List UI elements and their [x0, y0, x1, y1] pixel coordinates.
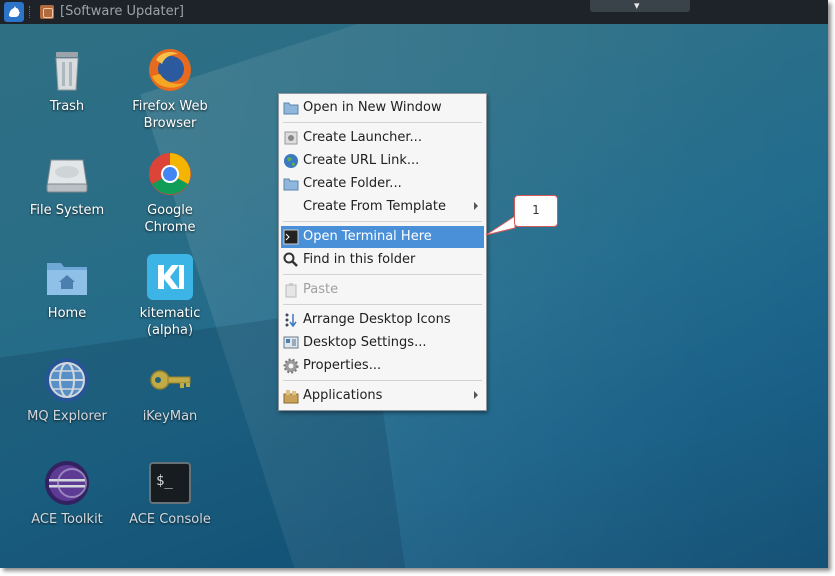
menu-item-label: Create Folder...	[303, 176, 402, 191]
callout-number: 1	[532, 203, 540, 217]
menu-item-create-launcher[interactable]: Create Launcher...	[281, 127, 484, 149]
software-updater-icon[interactable]	[40, 5, 54, 19]
menu-item-desktop-settings[interactable]: Desktop Settings...	[281, 332, 484, 354]
clipboard-icon	[283, 282, 299, 298]
desktop-icon-label: iKeyMan	[142, 409, 198, 424]
menu-item-label: Create From Template	[303, 199, 446, 214]
svg-text:$_: $_	[156, 473, 173, 489]
menu-item-applications[interactable]: Applications	[281, 385, 484, 407]
menu-item-label: Paste	[303, 282, 339, 297]
submenu-arrow-icon	[474, 202, 478, 210]
desktop-icon-label: Trash	[49, 99, 85, 114]
home-folder-icon	[43, 253, 91, 301]
menu-item-label: Create Launcher...	[303, 130, 422, 145]
desktop-icon-trash[interactable]: Trash	[17, 46, 117, 115]
desktop-settings-icon	[283, 335, 299, 351]
desktop-context-menu: Open in New Window Create Launcher... Cr…	[278, 93, 487, 411]
menu-item-open-terminal-here[interactable]: Open Terminal Here	[281, 226, 484, 248]
desktop-icon-mq-explorer[interactable]: MQ Explorer	[17, 356, 117, 425]
desktop-icon-label: Home	[47, 306, 87, 321]
desktop-icon-label: Google Chrome	[144, 203, 196, 235]
xfce-mouse-icon	[9, 6, 20, 17]
folder-icon	[283, 100, 299, 116]
mq-globe-icon	[43, 356, 91, 404]
desktop-icon-label: ACE Console	[129, 512, 211, 527]
menu-item-paste: Paste	[281, 279, 484, 301]
applications-icon	[283, 388, 299, 404]
menu-separator	[283, 274, 482, 275]
desktop-icon-file-system[interactable]: File System	[17, 150, 117, 219]
folder-icon	[283, 176, 299, 192]
desktop-icon-label: MQ Explorer	[27, 409, 107, 424]
callout-annotation: 1	[514, 195, 558, 227]
kitematic-icon	[146, 253, 194, 301]
menu-item-label: Open in New Window	[303, 100, 442, 115]
eclipse-icon	[43, 459, 91, 507]
chrome-icon	[146, 150, 194, 198]
trash-icon	[43, 46, 91, 94]
desktop-screen: [Software Updater] ▾ Trash Firefox Web B…	[0, 0, 828, 568]
arrange-icon	[283, 312, 299, 328]
menu-separator	[283, 122, 482, 123]
gear-icon	[283, 358, 299, 374]
menu-item-properties[interactable]: Properties...	[281, 355, 484, 377]
panel-separator	[29, 6, 32, 18]
menu-item-label: Properties...	[303, 358, 382, 373]
whisker-menu-button[interactable]	[4, 2, 24, 22]
firefox-icon	[146, 46, 194, 94]
desktop-icon-label: Firefox Web Browser	[132, 99, 208, 131]
terminal-icon: $_	[146, 459, 194, 507]
menu-item-create-folder[interactable]: Create Folder...	[281, 173, 484, 195]
menu-item-label: Desktop Settings...	[303, 335, 427, 350]
desktop-icon-label: kitematic (alpha)	[139, 306, 201, 338]
top-panel: [Software Updater] ▾	[0, 0, 828, 24]
magnifier-icon	[283, 252, 299, 268]
menu-separator	[283, 304, 482, 305]
menu-item-label: Arrange Desktop Icons	[303, 312, 451, 327]
launcher-icon	[283, 130, 299, 146]
desktop-icon-label: File System	[29, 203, 105, 218]
globe-icon	[283, 153, 299, 169]
key-icon	[146, 356, 194, 404]
desktop-icon-chrome[interactable]: Google Chrome	[120, 150, 220, 236]
desktop-icon-label: ACE Toolkit	[31, 512, 103, 527]
terminal-icon	[283, 229, 299, 245]
menu-item-label: Open Terminal Here	[303, 229, 432, 244]
menu-item-label: Create URL Link...	[303, 153, 420, 168]
menu-separator	[283, 221, 482, 222]
menu-item-open-in-new-window[interactable]: Open in New Window	[281, 97, 484, 119]
panel-expand-handle[interactable]: ▾	[590, 0, 690, 12]
menu-item-label: Find in this folder	[303, 252, 416, 267]
submenu-arrow-icon	[474, 391, 478, 399]
menu-item-create-url-link[interactable]: Create URL Link...	[281, 150, 484, 172]
desktop-icon-kitematic[interactable]: kitematic (alpha)	[120, 253, 220, 339]
taskbar-window-title[interactable]: [Software Updater]	[60, 4, 184, 19]
desktop-icon-home[interactable]: Home	[17, 253, 117, 322]
menu-separator	[283, 380, 482, 381]
menu-item-create-from-template[interactable]: Create From Template	[281, 196, 484, 218]
chevron-down-icon: ▾	[634, 0, 640, 12]
callout-pointer	[485, 215, 516, 236]
menu-item-arrange-desktop-icons[interactable]: Arrange Desktop Icons	[281, 309, 484, 331]
desktop-icon-ace-toolkit[interactable]: ACE Toolkit	[17, 459, 117, 528]
desktop-icon-firefox[interactable]: Firefox Web Browser	[120, 46, 220, 132]
desktop-icon-ace-console[interactable]: $_ ACE Console	[120, 459, 220, 528]
hard-drive-icon	[43, 150, 91, 198]
desktop-icon-ikeyman[interactable]: iKeyMan	[120, 356, 220, 425]
menu-item-label: Applications	[303, 388, 383, 403]
menu-item-find-in-folder[interactable]: Find in this folder	[281, 249, 484, 271]
